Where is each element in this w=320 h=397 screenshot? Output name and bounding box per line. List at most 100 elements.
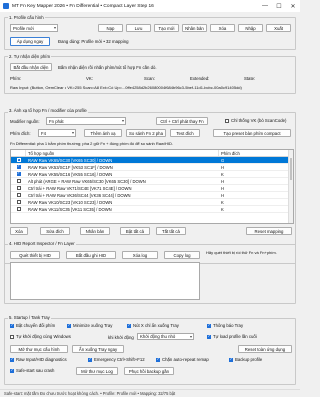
raw-hid-diag-box[interactable]: ✓ bbox=[10, 357, 14, 362]
hid-hint: Hãy quét thiết bị rồi thử Fn và Fn+phím. bbox=[206, 250, 277, 255]
edit-target-button[interactable]: Sửa đích bbox=[40, 227, 70, 235]
startup-section-title: 5. Startup / Tank Tray bbox=[8, 315, 51, 320]
start-detect-button[interactable]: Bắt đầu nhận diện bbox=[10, 63, 52, 71]
row-enabled-checkbox[interactable] bbox=[16, 186, 21, 190]
tray-notify-box[interactable]: ✓ bbox=[207, 323, 211, 328]
apply-now-button[interactable]: Áp dụng ngay bbox=[10, 37, 50, 46]
ctrl-toggle-button[interactable]: Ctrl + Ctrl phát thay Fn bbox=[156, 117, 208, 125]
row-enabled-checkbox[interactable]: ✓ bbox=[16, 172, 21, 176]
row-source: Ctrl trái + RAW Raw VK71/SC4E [VK71 SC4E… bbox=[28, 185, 132, 191]
hid-log-area[interactable] bbox=[10, 262, 200, 300]
row-enabled-checkbox[interactable] bbox=[16, 200, 21, 204]
modifier-label: Modifier nguồn: bbox=[10, 119, 40, 124]
mapping-rows: ✓ RAW Raw VK65/SC30 [VK65 SC30] / DOWN G ✓ R… bbox=[11, 157, 293, 213]
close-button[interactable]: ✕ bbox=[286, 0, 300, 12]
row-checkbox-cell: ✓ bbox=[11, 164, 26, 171]
block-autorepeat-box[interactable]: ✓ bbox=[156, 357, 160, 362]
clear-log-button[interactable]: Xóa log bbox=[122, 251, 158, 259]
mapping-note: Fn Differential: pha 1 bằm phím thường; … bbox=[10, 141, 173, 146]
autoload-profile-box[interactable]: ✓ bbox=[207, 334, 211, 339]
row-target: K bbox=[221, 199, 224, 205]
row-target: K bbox=[221, 171, 224, 177]
extended-label: Extended: bbox=[190, 76, 210, 81]
enable-all-button[interactable]: Bật tất cả bbox=[120, 227, 150, 235]
backup-profile-box[interactable]: ✓ bbox=[229, 357, 233, 362]
row-checkbox-cell: ✓ bbox=[11, 171, 26, 178]
start-hid-log-button[interactable]: Bắt đầu ghi HID bbox=[66, 251, 116, 259]
delete-profile-button[interactable]: Xóa bbox=[210, 24, 235, 32]
raw-hid-diag-checkbox[interactable]: ✓ Raw Input/HID diagnostics bbox=[10, 357, 67, 362]
startup-mode-select[interactable]: Khởi động thu nhỏ ▾ bbox=[137, 333, 194, 340]
auto-start-checkbox[interactable]: Tự khởi động cùng Windows bbox=[10, 334, 71, 339]
scan-hid-button[interactable]: Quét thiết bị HID bbox=[10, 251, 60, 259]
row-checkbox-cell bbox=[11, 192, 26, 199]
minimize-tray-checkbox[interactable]: ✓ Minimize xuống Tray bbox=[67, 323, 112, 328]
mapping-scroll-thumb[interactable] bbox=[290, 158, 292, 180]
enable-remap-checkbox[interactable]: ✓ Bật chuyển đổi phím bbox=[10, 323, 55, 328]
backup-profile-checkbox[interactable]: ✓ Backup profile bbox=[229, 357, 262, 362]
title-bar: MT Fn Key Mapper 2026 • Fn Differential … bbox=[0, 0, 300, 12]
load-profile-button[interactable]: Nạp bbox=[98, 24, 123, 32]
header-source[interactable]: Tổ hợp nguồn bbox=[26, 150, 219, 156]
reset-app-button[interactable]: Reset toàn ứng dụng bbox=[238, 345, 292, 353]
only-vk-box[interactable] bbox=[225, 118, 229, 123]
enable-remap-box[interactable]: ✓ bbox=[10, 323, 14, 328]
status-bar: Safe-start: mặt tắm Đo chưu trước hoạt k… bbox=[0, 389, 300, 397]
maximize-button[interactable]: ☐ bbox=[272, 0, 286, 12]
minimize-button[interactable]: — bbox=[258, 0, 272, 12]
restore-backup-button[interactable]: Phục hồi backup gần bbox=[124, 367, 174, 375]
save-profile-button[interactable]: Lưu bbox=[126, 24, 151, 32]
row-checkbox-cell bbox=[11, 178, 26, 185]
target-key-select[interactable]: F4 ▾ bbox=[38, 129, 76, 137]
phim-label: Phím: bbox=[10, 76, 22, 81]
duplicate-mapping-button[interactable]: Nhân bản bbox=[80, 227, 110, 235]
test-target-button[interactable]: Test đích bbox=[170, 129, 200, 137]
mapping-scrollbar[interactable] bbox=[288, 150, 293, 223]
autoload-profile-checkbox[interactable]: ✓ Tự load profile lần cuối bbox=[207, 334, 257, 339]
delete-mapping-button[interactable]: Xóa bbox=[10, 227, 28, 235]
row-source: RAW Raw VK10/SC23 [VK10 SC23] / DOWN bbox=[28, 199, 113, 205]
compact-preset-button[interactable]: Tạo preset bàn phím compact bbox=[213, 129, 291, 137]
row-target: H bbox=[221, 178, 225, 184]
block-autorepeat-checkbox[interactable]: ✓ Chặn auto-repeat remap bbox=[156, 357, 209, 362]
row-enabled-checkbox[interactable] bbox=[16, 179, 21, 183]
header-check bbox=[11, 150, 26, 156]
duplicate-profile-button[interactable]: Nhân bản bbox=[182, 24, 207, 32]
table-row[interactable]: RAW Raw VK11/SC35 [VK11 SC35] / DOWN K bbox=[11, 206, 293, 213]
safe-start-box[interactable]: ✓ bbox=[10, 368, 14, 373]
row-enabled-checkbox[interactable]: ✓ bbox=[16, 158, 21, 162]
close-to-tray-checkbox[interactable]: ✓ Nút X chỉ ẩn xuống Tray bbox=[127, 323, 179, 328]
reset-mapping-button[interactable]: Reset mapping bbox=[246, 227, 292, 235]
minimize-tray-box[interactable]: ✓ bbox=[67, 323, 71, 328]
hide-to-tray-button[interactable]: Ẩn xuống Tray ngay bbox=[72, 345, 124, 353]
profile-status: Đang dùng: Profile mới • 32 mapping bbox=[58, 39, 129, 44]
startup-admin-label: khi khởi động bbox=[108, 335, 134, 340]
export-profile-button[interactable]: Xuất bbox=[266, 24, 291, 32]
modifier-select[interactable]: Fn phát ▾ bbox=[46, 117, 126, 125]
add-mapping-button[interactable]: Thêm ánh xạ bbox=[84, 129, 122, 137]
header-target[interactable]: Phím đích bbox=[219, 150, 289, 156]
row-target: H bbox=[221, 185, 225, 191]
only-vk-checkbox[interactable]: Chỉ thống VK (bỏ ScanCode) bbox=[225, 118, 286, 123]
emergency-hotkey-checkbox[interactable]: ✓ Emergency Ctrl+Shift+F12 bbox=[88, 357, 145, 362]
app-icon bbox=[3, 3, 9, 9]
row-enabled-checkbox[interactable] bbox=[16, 193, 21, 197]
disable-all-button[interactable]: Tắt tất cả bbox=[156, 227, 186, 235]
row-enabled-checkbox[interactable]: ✓ bbox=[16, 165, 21, 169]
row-checkbox-cell bbox=[11, 206, 26, 213]
row-source: Alt phát (ARGE + RAW Raw VK65/SC30 [VK65… bbox=[28, 178, 146, 184]
new-profile-button[interactable]: Tạo mới bbox=[154, 24, 179, 32]
mapping-section-title: 3. Ánh xạ tổ hợp Fn / modifier của profi… bbox=[8, 108, 88, 113]
copy-log-button[interactable]: Copy log bbox=[164, 251, 200, 259]
profile-select[interactable]: Profile mới ▾ bbox=[10, 24, 58, 32]
compare-fn-button[interactable]: So sánh Fn 2 pha bbox=[126, 129, 166, 137]
tray-notify-checkbox[interactable]: ✓ Thông báo Tray bbox=[207, 323, 243, 328]
open-log-folder-button[interactable]: Mở thư mục Log bbox=[76, 367, 118, 375]
import-profile-button[interactable]: Nhập bbox=[238, 24, 263, 32]
close-to-tray-box[interactable]: ✓ bbox=[127, 323, 131, 328]
row-enabled-checkbox[interactable] bbox=[16, 207, 21, 211]
open-config-folder-button[interactable]: Mở thư mục cấu hình bbox=[10, 345, 68, 353]
emergency-hotkey-box[interactable]: ✓ bbox=[88, 357, 92, 362]
auto-start-box[interactable] bbox=[10, 334, 14, 339]
safe-start-checkbox[interactable]: ✓ Safe-start sau crash bbox=[10, 368, 54, 373]
